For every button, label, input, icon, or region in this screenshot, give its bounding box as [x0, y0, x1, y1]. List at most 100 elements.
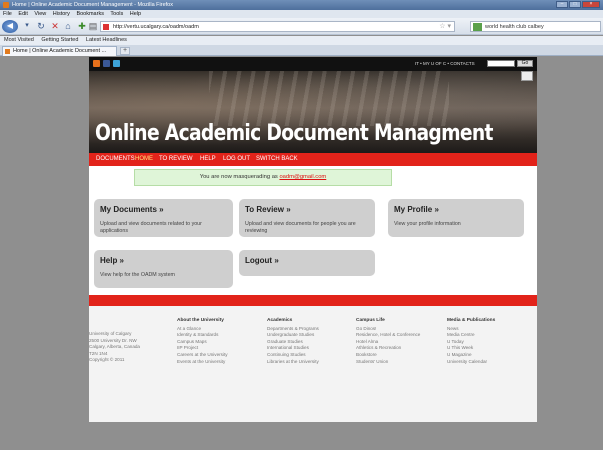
nav-home[interactable]: HOME [135, 153, 153, 166]
footer-link[interactable]: International Studies [267, 345, 319, 352]
site-footer: University of Calgary 2500 University Dr… [89, 306, 537, 422]
bookmarks-toolbar: Most Visited Getting Started Latest Head… [0, 36, 603, 45]
card-my-profile-title[interactable]: My Profile » [394, 205, 518, 214]
nav-to-review[interactable]: TO REVIEW [159, 153, 193, 166]
footer-link[interactable]: Campus Maps [177, 339, 228, 346]
card-to-review[interactable]: To Review » Upload and view documents fo… [239, 199, 375, 237]
card-to-review-desc: Upload and view documents for people you… [245, 221, 356, 234]
url-text: http://vertu.ucalgary.ca/oadm/oadm [113, 24, 199, 30]
notice-text: You are now masquerading as [199, 174, 280, 180]
menu-bar: File Edit View History Bookmarks Tools H… [0, 10, 603, 18]
rss-feed-icon[interactable] [93, 60, 100, 67]
footer-link[interactable]: U Today [447, 339, 495, 346]
card-help-title[interactable]: Help » [100, 256, 227, 265]
addon-icon[interactable]: ✚ [77, 20, 87, 32]
card-my-profile[interactable]: My Profile » View your profile informati… [388, 199, 524, 237]
maximize-button[interactable]: □ [569, 1, 581, 8]
card-my-documents-title[interactable]: My Documents » [100, 205, 227, 214]
search-text: world health club calbey [485, 24, 544, 30]
card-my-documents-desc: Upload and view documents related to you… [100, 221, 202, 234]
footer-link[interactable]: IIP Project [177, 345, 228, 352]
footer-col-campus-life: Campus Life Go Dinos! Residence, Hotel &… [356, 318, 420, 365]
menu-view[interactable]: View [34, 11, 46, 17]
footer-col-academics: Academics Departments & Programs Undergr… [267, 318, 319, 365]
footer-link[interactable]: At a Glance [177, 326, 228, 333]
site-search-go-button[interactable]: Go [517, 60, 533, 67]
nav-help[interactable]: HELP [200, 153, 216, 166]
tab-home[interactable]: Home | Online Academic Document ... [2, 46, 117, 56]
footer-link[interactable]: Go Dinos! [356, 326, 420, 333]
bookmark-latest-headlines[interactable]: Latest Headlines [86, 37, 127, 43]
address-line: Calgary, Alberta, Canada [89, 344, 140, 350]
minimize-button[interactable]: – [556, 1, 568, 8]
menu-tools[interactable]: Tools [110, 11, 123, 17]
copyright: Copyright © 2011 [89, 357, 125, 363]
footer-link[interactable]: Residence, Hotel & Conference [356, 332, 420, 339]
facebook-icon[interactable] [103, 60, 110, 67]
stop-icon[interactable]: ✕ [50, 20, 60, 32]
tab-label: Home | Online Academic Document ... [13, 48, 107, 54]
card-my-profile-desc: View your profile information [394, 221, 461, 227]
footer-heading: About the University [177, 318, 224, 323]
footer-link[interactable]: Bookstore [356, 352, 420, 359]
card-logout[interactable]: Logout » [239, 250, 375, 276]
footer-link[interactable]: Libraries at the University [267, 359, 319, 366]
footer-heading: Campus Life [356, 318, 385, 323]
footer-link[interactable]: Careers at the University [177, 352, 228, 359]
card-logout-title[interactable]: Logout » [245, 256, 369, 265]
footer-link[interactable]: U Magazine [447, 352, 495, 359]
bookmark-getting-started[interactable]: Getting Started [41, 37, 78, 43]
site-search-input[interactable] [487, 60, 515, 67]
footer-link[interactable]: Undergraduate Studies [267, 332, 319, 339]
notice-email-link[interactable]: oadm@gmail.com [279, 174, 326, 180]
card-help[interactable]: Help » View help for the OADM system [94, 250, 233, 288]
footer-link[interactable]: Departments & Programs [267, 326, 319, 333]
footer-link[interactable]: Hotel Alma [356, 339, 420, 346]
bookmark-most-visited[interactable]: Most Visited [4, 37, 34, 43]
footer-col-about: About the University At a Glance Identit… [177, 318, 228, 365]
header-banner: Online Academic Document Managment [89, 71, 537, 153]
search-engine-icon[interactable] [473, 23, 482, 31]
nav-switch-back[interactable]: SWITCH BACK [256, 153, 298, 166]
menu-bookmarks[interactable]: Bookmarks [76, 11, 104, 17]
banner-image [209, 71, 449, 126]
footer-link[interactable]: Students' Union [356, 359, 420, 366]
footer-link[interactable]: News [447, 326, 495, 333]
top-utility-bar: IT • MY U OF C • CONTACTS Go [89, 57, 537, 71]
home-icon[interactable]: ⌂ [63, 20, 73, 32]
rss-icon[interactable]: ▤ [88, 20, 98, 32]
back-button[interactable]: ◀ [2, 20, 18, 33]
footer-col-media: Media & Publications News Media Centre U… [447, 318, 495, 365]
reload-icon[interactable]: ↻ [36, 20, 46, 32]
bookmark-star-icon[interactable]: ☆ ▾ [439, 22, 451, 32]
card-to-review-title[interactable]: To Review » [245, 205, 369, 214]
banner-corner-box [521, 71, 533, 81]
menu-help[interactable]: Help [130, 11, 141, 17]
footer-link[interactable]: Identity & Standards [177, 332, 228, 339]
nav-documents[interactable]: DOCUMENTS [96, 153, 135, 166]
menu-file[interactable]: File [3, 11, 12, 17]
footer-link[interactable]: Events at the University [177, 359, 228, 366]
new-tab-button[interactable]: + [120, 47, 130, 55]
menu-edit[interactable]: Edit [18, 11, 27, 17]
nav-log-out[interactable]: LOG OUT [223, 153, 250, 166]
footer-heading: Media & Publications [447, 318, 496, 323]
footer-red-bar [89, 295, 537, 306]
footer-link[interactable]: Media Centre [447, 332, 495, 339]
footer-link[interactable]: U This Week [447, 345, 495, 352]
tab-favicon-icon [5, 49, 10, 54]
footer-link[interactable]: University Calendar [447, 359, 495, 366]
footer-link[interactable]: Athletics & Recreation [356, 345, 420, 352]
twitter-icon[interactable] [113, 60, 120, 67]
url-bar[interactable]: http://vertu.ucalgary.ca/oadm/oadm ☆ ▾ [100, 21, 455, 32]
card-my-documents[interactable]: My Documents » Upload and view documents… [94, 199, 233, 237]
search-bar[interactable]: world health club calbey [470, 21, 601, 32]
footer-address: University of Calgary 2500 University Dr… [89, 331, 140, 364]
footer-link[interactable]: Graduate Studies [267, 339, 319, 346]
top-links[interactable]: IT • MY U OF C • CONTACTS [415, 57, 475, 71]
forward-icon[interactable]: ▾ [22, 20, 32, 32]
menu-history[interactable]: History [53, 11, 70, 17]
footer-link[interactable]: Continuing Studies [267, 352, 319, 359]
close-window-button[interactable]: × [582, 1, 600, 8]
window-controls: – □ × [556, 1, 600, 8]
